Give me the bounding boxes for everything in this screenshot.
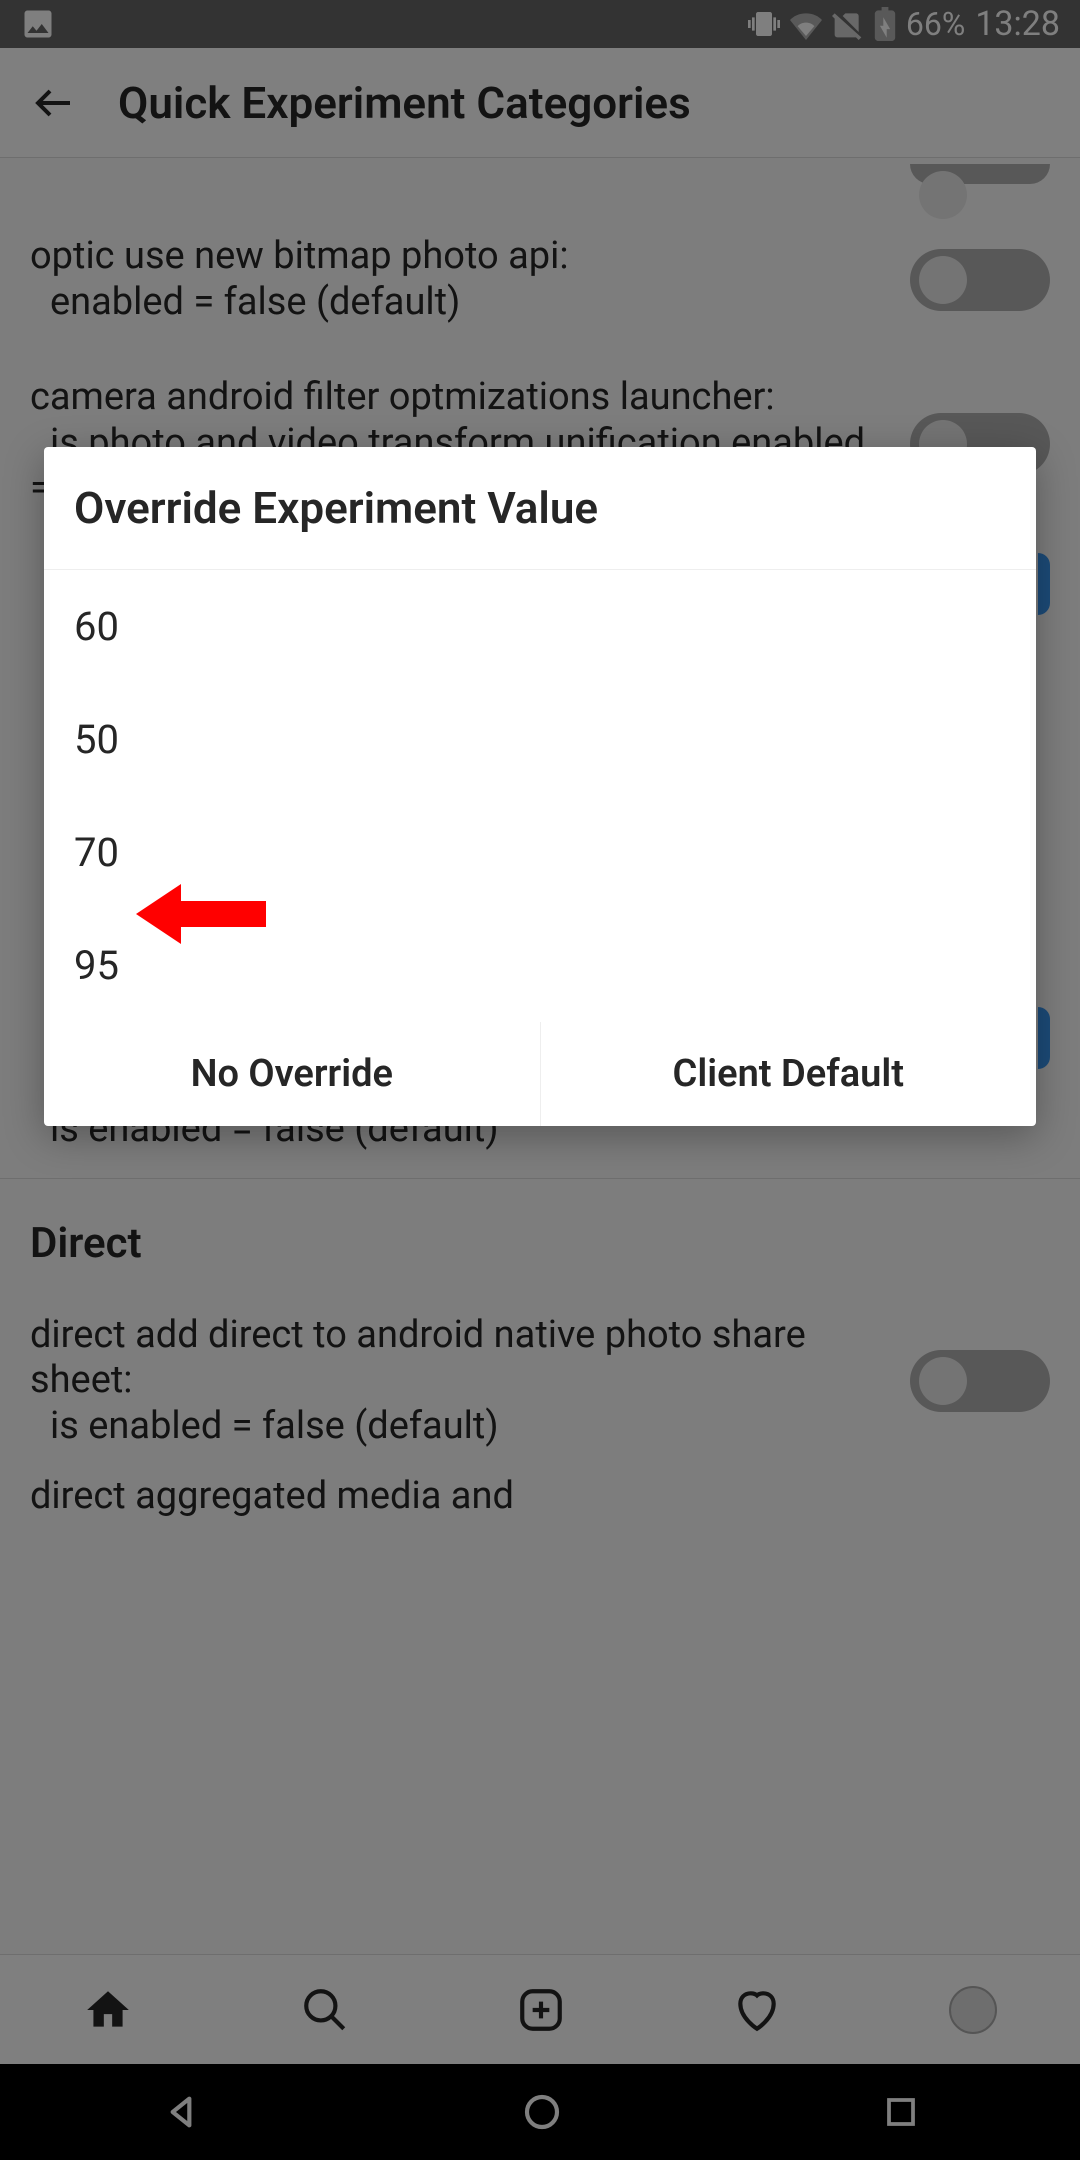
- annotation-arrow-icon: [136, 879, 266, 949]
- no-override-button[interactable]: No Override: [44, 1022, 541, 1126]
- dialog-option-50[interactable]: 50: [44, 683, 1036, 796]
- client-default-button[interactable]: Client Default: [541, 1022, 1037, 1126]
- dialog-option-60[interactable]: 60: [44, 570, 1036, 683]
- override-dialog: Override Experiment Value 60 50 70 95 No…: [44, 447, 1036, 1126]
- dialog-actions: No Override Client Default: [44, 1022, 1036, 1126]
- dialog-title: Override Experiment Value: [44, 447, 1036, 570]
